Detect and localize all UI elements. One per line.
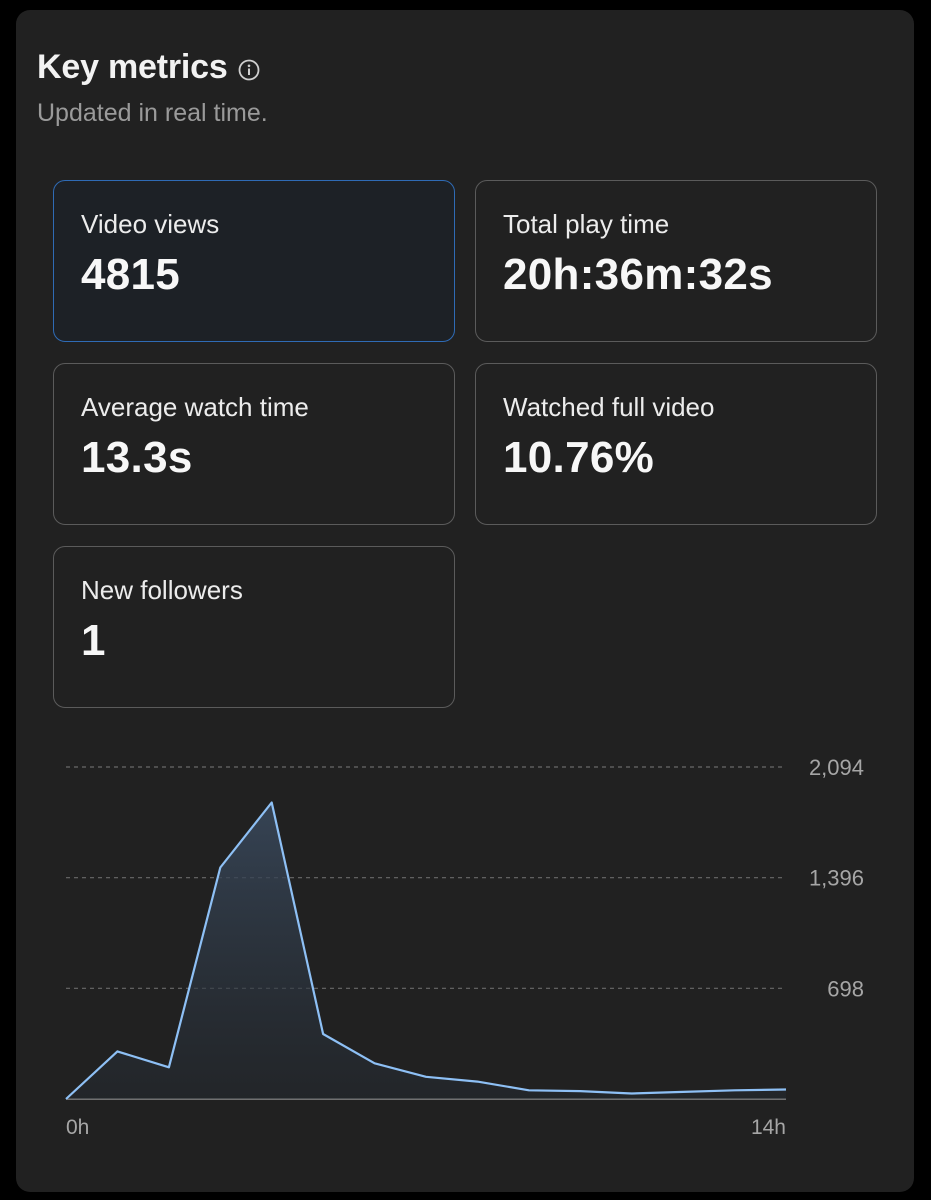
- views-chart[interactable]: 2,094 1,396 698 0h 14h: [0, 0, 931, 1200]
- y-tick-label: 698: [827, 976, 864, 1001]
- y-axis-ticks: 2,094 1,396 698: [809, 755, 864, 1001]
- chart-area-layer: [66, 802, 786, 1099]
- y-tick-label: 2,094: [809, 755, 864, 780]
- x-tick-label: 0h: [66, 1116, 89, 1139]
- y-tick-label: 1,396: [809, 866, 864, 891]
- series-area: [66, 802, 786, 1099]
- x-axis-ticks: 0h 14h: [66, 1116, 786, 1139]
- x-tick-label: 14h: [751, 1116, 786, 1139]
